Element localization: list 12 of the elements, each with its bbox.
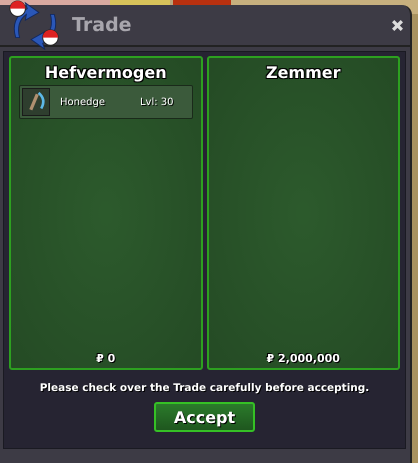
close-icon[interactable] (391, 18, 404, 32)
pokemon-level: Lvl: 30 (140, 96, 174, 108)
player-name: Hefvermogen (44, 63, 167, 82)
window-title: Trade (72, 14, 132, 36)
money-amount: ₽ 2,000,000 (266, 352, 340, 365)
player-name: Zemmer (266, 63, 341, 82)
money-amount: ₽ 0 (96, 352, 116, 365)
notice-text: Please check over the Trade carefully before accepting. (38, 382, 370, 394)
pokemon-slot[interactable]: Honedge Lvl: 30 (19, 85, 192, 119)
accept-button[interactable]: Accept (154, 402, 255, 432)
sword-icon (22, 88, 50, 116)
pokemon-name: Honedge (60, 96, 105, 108)
